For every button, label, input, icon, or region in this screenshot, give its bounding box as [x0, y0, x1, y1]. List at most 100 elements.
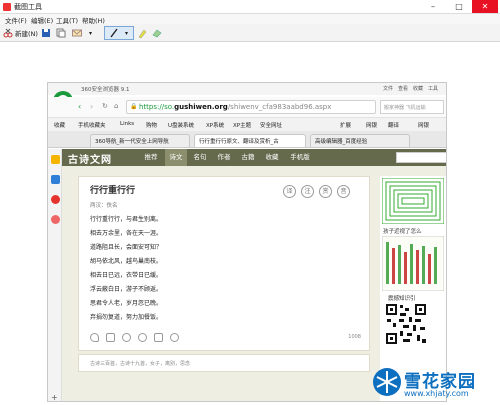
browser-search-input[interactable]: 搬家神器 飞机运输 — [380, 100, 444, 114]
send-dropdown[interactable]: ▾ — [89, 26, 92, 40]
pen-button[interactable]: ▾ — [104, 26, 134, 40]
tab-baidu-jingyan[interactable]: 高级编辑器_百度经验 — [310, 134, 410, 147]
maximize-button[interactable]: □ — [446, 0, 472, 13]
report-icon[interactable] — [170, 333, 179, 342]
copy-button[interactable] — [56, 26, 66, 40]
minimize-button[interactable]: – — [420, 0, 446, 13]
site-search-input[interactable] — [396, 152, 446, 163]
bookmark-item[interactable]: 收藏 — [54, 121, 65, 129]
nav-authors[interactable]: 作者 — [213, 149, 235, 166]
site-logo[interactable]: 古诗文网 — [68, 151, 112, 166]
thumbs-up-icon[interactable] — [138, 333, 147, 342]
bank-button[interactable]: 网银 — [366, 121, 377, 129]
watermark-url: www.xhjaty.com — [404, 389, 469, 398]
tab-strip: 360导航_新一代安全上网导航 行行重行行原文、翻译及赏析_古 高级编辑器_百度… — [48, 131, 446, 148]
browser-menu-file[interactable]: 文件 — [383, 85, 393, 92]
bookmark-item[interactable]: 购物 — [146, 121, 157, 129]
bookmark-item[interactable]: 安全网址 — [260, 121, 282, 129]
copy-icon[interactable] — [106, 333, 115, 342]
notes-circle-button[interactable]: 注 — [301, 185, 314, 198]
poem-line: 弃捐勿复道，努力加餐饭。 — [90, 314, 163, 321]
url-field[interactable]: 🔒 https://so.gushiwen.org/shiwenv_cfa983… — [126, 100, 376, 114]
bookmark-item[interactable]: XP主题 — [233, 121, 251, 129]
envelope-icon — [72, 29, 82, 37]
eraser-button[interactable] — [152, 26, 162, 40]
target-icon[interactable] — [51, 215, 60, 224]
star-icon[interactable] — [51, 155, 60, 164]
captured-screenshot: 360安全浏览器 9.1 文件 查看 收藏 工具 ‹ › ↻ ⌂ 🔒 https… — [47, 82, 447, 402]
nav-poems[interactable]: 诗文 — [165, 149, 187, 166]
highlighter-button[interactable] — [137, 26, 147, 40]
nav-classics[interactable]: 古籍 — [237, 149, 259, 166]
lock-icon: 🔒 — [130, 103, 138, 110]
back-icon[interactable]: ‹ — [78, 102, 81, 111]
browser-search-placeholder: 搬家神器 飞机运输 — [384, 105, 426, 111]
bookmarks-bar: 收藏 手机收藏夹 Links 购物 U盘装系统 XP系统 XP主题 安全网址 扩… — [48, 117, 446, 131]
window-titlebar: 截图工具 – □ ✕ — [0, 0, 500, 14]
tab-360-nav[interactable]: 360导航_新一代安全上网导航 — [90, 134, 190, 147]
browser-title: 360安全浏览器 9.1 — [81, 87, 130, 93]
poem-card: 行行重行行 两汉：佚名 译 注 赏 音 行行重行行，与君生别离。 相去万余里，各… — [78, 176, 370, 351]
translate-button[interactable]: 翻译 — [388, 121, 399, 129]
url-prefix: https://so. — [139, 103, 175, 111]
bookmark-item[interactable]: 手机收藏夹 — [78, 121, 106, 129]
appreciation-circle-button[interactable]: 赏 — [319, 185, 332, 198]
translate-circle-button[interactable]: 译 — [283, 185, 296, 198]
qr-code-image — [385, 303, 427, 345]
heart-icon[interactable] — [90, 333, 99, 342]
close-button[interactable]: ✕ — [472, 0, 498, 13]
poem-tags[interactable]: 古诗三百首，古诗十九首，女子，离别，思念 — [90, 360, 190, 367]
address-bar-row: ‹ › ↻ ⌂ 🔒 https://so.gushiwen.org/shiwen… — [48, 97, 446, 117]
snowflake-logo-icon — [373, 368, 401, 396]
poem-line: 思君令人老，岁月忽已晚。 — [90, 300, 163, 307]
browser-menu-tools[interactable]: 工具 — [428, 85, 438, 92]
poem-line: 相去日已远，衣带日已缓。 — [90, 272, 163, 279]
site-header: 古诗文网 推荐 诗文 名句 作者 古籍 收藏 手机版 — [62, 149, 446, 166]
toolbar: 新建(N) ▾ ▾ — [0, 24, 500, 42]
ad-caption-2[interactable]: 震撼知识引 — [388, 294, 416, 302]
comment-icon[interactable] — [122, 333, 131, 342]
audio-circle-button[interactable]: 音 — [337, 185, 350, 198]
ad-chart-image[interactable] — [382, 236, 444, 291]
nav-favorites[interactable]: 收藏 — [261, 149, 283, 166]
save-button[interactable] — [41, 26, 51, 40]
browser-sidebar: + — [48, 149, 62, 401]
refresh-icon[interactable]: ↻ — [102, 102, 108, 110]
pen-dropdown-icon: ▾ — [125, 29, 129, 37]
browser-titlebar: 360安全浏览器 9.1 文件 查看 收藏 工具 — [48, 83, 446, 95]
nav-mobile[interactable]: 手机版 — [285, 149, 315, 166]
browser-menu-view[interactable]: 查看 — [398, 85, 408, 92]
ad-caption-1[interactable]: 孩子近视了怎么 — [383, 227, 422, 235]
bookmark-item[interactable]: XP系统 — [206, 121, 224, 129]
highlighter-icon — [138, 29, 147, 38]
forward-icon[interactable]: › — [90, 102, 93, 111]
menu-bar: 文件(F) 编辑(E) 工具(T) 帮助(H) — [0, 14, 500, 25]
home-icon[interactable]: ⌂ — [114, 102, 118, 110]
send-button[interactable] — [72, 26, 82, 40]
poem-line: 道路阻且长，会面安可知？ — [90, 244, 163, 251]
browser-menu-favorites[interactable]: 收藏 — [413, 85, 423, 92]
scissors-icon — [3, 3, 11, 11]
new-snip-button[interactable]: 新建(N) — [3, 26, 38, 40]
weibo-icon[interactable] — [51, 195, 60, 204]
bookmark-item[interactable]: Links — [120, 121, 134, 127]
poem-title: 行行重行行 — [90, 186, 136, 196]
watermark: 雪花家园 www.xhjaty.com — [372, 366, 494, 402]
bank-button-2[interactable]: 网银 — [418, 121, 429, 129]
ad-image[interactable] — [382, 178, 444, 224]
sidebar-add-button[interactable]: + — [51, 393, 58, 401]
poem-author[interactable]: 两汉：佚名 — [90, 201, 118, 209]
tag-card: 古诗三百首，古诗十九首，女子，离别，思念 — [78, 354, 370, 372]
tab-poem[interactable]: 行行重行行原文、翻译及赏析_古 — [194, 134, 306, 147]
poem-actions: 1008 — [90, 333, 365, 345]
list-icon[interactable] — [51, 175, 60, 184]
poem-line: 胡马依北风，越鸟巢南枝。 — [90, 258, 163, 265]
poem-line: 相去万余里，各在天一涯。 — [90, 230, 163, 237]
bookmark-item[interactable]: U盘装系统 — [168, 121, 194, 129]
eraser-icon — [152, 29, 162, 38]
extensions-button[interactable]: 扩展 — [340, 121, 351, 129]
nav-recommend[interactable]: 推荐 — [140, 149, 162, 166]
new-snip-label: 新建(N) — [15, 30, 38, 38]
nav-quotes[interactable]: 名句 — [189, 149, 211, 166]
edit-icon[interactable] — [154, 333, 163, 342]
